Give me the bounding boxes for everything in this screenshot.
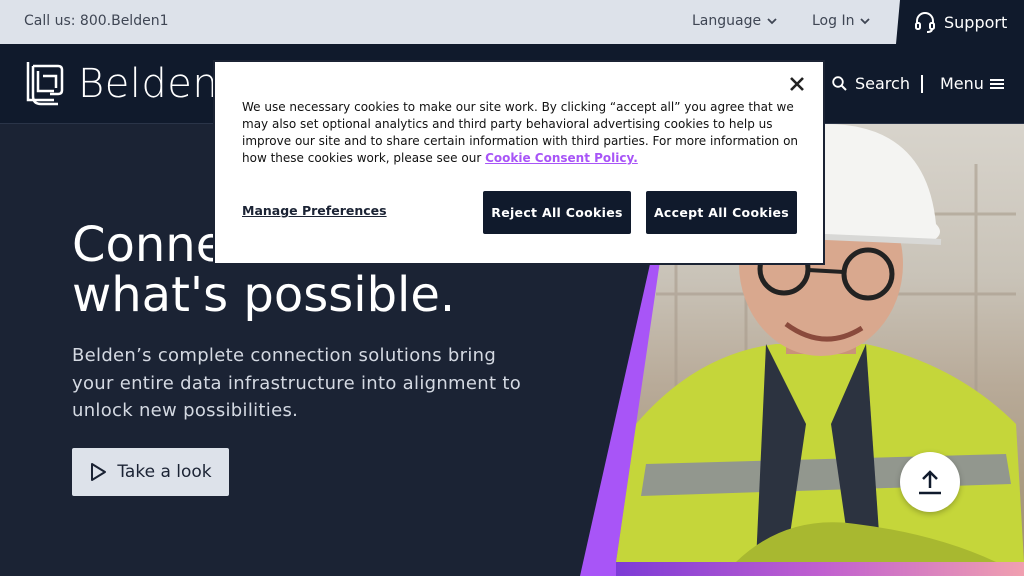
manage-preferences-link[interactable]: Manage Preferences: [242, 203, 387, 218]
cta-label: Take a look: [117, 462, 212, 482]
scroll-to-top-button[interactable]: [900, 452, 960, 512]
headline-line-2: what's possible.: [72, 267, 456, 323]
search-button[interactable]: Search: [832, 74, 910, 93]
login-label: Log In: [812, 13, 855, 29]
cookie-policy-link[interactable]: Cookie Consent Policy.: [485, 151, 638, 165]
chevron-down-icon: [767, 18, 777, 25]
language-label: Language: [692, 13, 762, 29]
reject-all-cookies-button[interactable]: Reject All Cookies: [483, 191, 631, 234]
support-label: Support: [944, 12, 1008, 32]
chevron-down-icon: [860, 18, 871, 25]
headset-icon: [915, 12, 935, 33]
close-icon[interactable]: [789, 76, 805, 92]
menu-label: Menu: [940, 74, 984, 93]
nav-divider: [921, 75, 923, 93]
gradient-strip: [616, 562, 1024, 576]
menu-button[interactable]: Menu: [940, 74, 1004, 93]
support-button[interactable]: Support: [896, 0, 1024, 44]
cookie-message: We use necessary cookies to make our sit…: [242, 99, 802, 167]
hamburger-icon: [989, 78, 1004, 89]
upload-arrow-icon: [919, 470, 941, 495]
headline-line-1: Conne: [72, 217, 226, 273]
take-a-look-button[interactable]: Take a look: [72, 448, 229, 496]
call-us-link[interactable]: Call us: 800.Belden1: [24, 13, 168, 29]
logo-text: Belden: [78, 61, 219, 107]
utility-bar: Call us: 800.Belden1 Language Log In Sup…: [0, 0, 1024, 44]
language-dropdown[interactable]: Language: [692, 13, 777, 29]
hero-subtext: Belden’s complete connection solutions b…: [72, 345, 522, 421]
login-dropdown[interactable]: Log In: [812, 13, 871, 29]
belden-logo-mark-icon: [26, 62, 64, 106]
cookie-consent-dialog: We use necessary cookies to make our sit…: [213, 60, 825, 265]
play-icon: [91, 463, 107, 481]
search-icon: [832, 76, 847, 91]
belden-logo[interactable]: Belden: [24, 60, 218, 108]
accept-all-cookies-button[interactable]: Accept All Cookies: [646, 191, 797, 234]
search-label: Search: [855, 74, 910, 93]
